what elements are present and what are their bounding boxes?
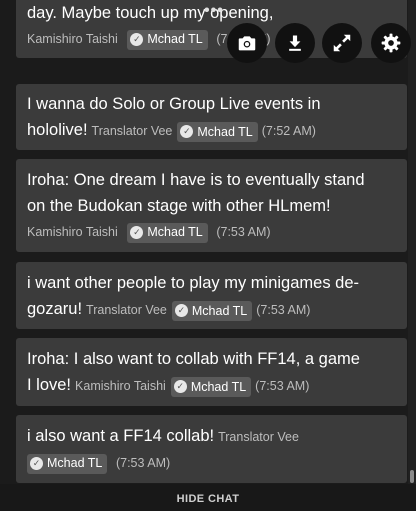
message-text-cont: on the Budokan stage with other HLmem! <box>27 197 331 215</box>
message-text: Iroha: One dream I have is to eventually… <box>27 171 365 189</box>
chat-message: Iroha: One dream I have is to eventually… <box>16 159 407 252</box>
author-name: Translator Vee <box>91 124 173 138</box>
check-icon: ✓ <box>130 226 144 239</box>
author-name: Kamishiro Taishi <box>27 32 118 46</box>
message-text-cont: I love! Kamishiro Taishi ✓ Mchad TL (7:53 AM… <box>27 372 396 399</box>
translator-badge: ✓ Mchad TL <box>127 29 208 50</box>
screenshot-button[interactable] <box>227 23 267 63</box>
timestamp: (7:53 AM) <box>256 303 311 317</box>
gear-icon <box>381 33 401 53</box>
check-icon: ✓ <box>30 457 43 470</box>
scrollbar-thumb[interactable] <box>410 470 414 483</box>
chat-list: day. Maybe touch up my opening, Kamishir… <box>16 0 408 484</box>
translator-badge: ✓ Mchad TL <box>177 121 258 142</box>
check-icon: ✓ <box>130 33 144 46</box>
message-text: I wanna do Solo or Group Live events in <box>27 95 321 113</box>
timestamp: (7:53 AM) <box>255 379 310 393</box>
chat-scrollbar[interactable] <box>408 0 416 484</box>
chat-message: i want other people to play my minigames… <box>16 262 407 329</box>
message-text: Iroha: I also want to collab with FF14, … <box>27 350 360 368</box>
hide-chat-button[interactable]: HIDE CHAT <box>0 484 416 511</box>
check-icon: ✓ <box>173 380 187 393</box>
author-name: Kamishiro Taishi <box>27 225 118 239</box>
chat-message: I wanna do Solo or Group Live events in … <box>16 84 407 150</box>
timestamp: (7:53 AM) <box>216 225 271 239</box>
translator-badge: ✓ Mchad TL <box>27 453 108 474</box>
message-text-cont: gozaru! Translator Vee ✓ Mchad TL (7:53 AM) <box>27 296 396 323</box>
app-window: day. Maybe touch up my opening, Kamishir… <box>0 0 416 511</box>
camera-icon <box>238 36 256 51</box>
message-meta: Kamishiro Taishi ✓ Mchad TL (7:53 AM) <box>27 219 396 244</box>
download-icon <box>289 35 301 51</box>
chat-message: Iroha: I also want to collab with FF14, … <box>16 338 407 406</box>
expand-button[interactable] <box>322 23 362 63</box>
translator-badge: ✓ Mchad TL <box>171 300 253 321</box>
message-text: i also want a FF14 collab! Translator Vee <box>27 427 299 445</box>
message-text-cont: hololive! Translator Vee ✓ Mchad TL (7:52 AM… <box>27 117 396 144</box>
settings-button[interactable] <box>371 23 411 63</box>
timestamp: (7:52 AM) <box>261 124 316 138</box>
chat-message: i also want a FF14 collab! Translator Vee… <box>16 415 407 483</box>
check-icon: ✓ <box>174 304 188 317</box>
message-text: i want other people to play my minigames… <box>27 274 359 292</box>
translator-badge: ✓ Mchad TL <box>170 376 252 397</box>
timestamp: (7:53 AM) <box>115 456 171 470</box>
author-name: Translator Vee <box>218 430 299 444</box>
message-meta: ✓ Mchad TL (7:53 AM) <box>27 450 396 475</box>
drag-handle-icon[interactable]: ••• <box>204 3 224 19</box>
author-name: Kamishiro Taishi <box>75 379 166 393</box>
download-button[interactable] <box>275 23 315 63</box>
translator-badge: ✓ Mchad TL <box>127 222 208 243</box>
author-name: Translator Vee <box>86 303 167 317</box>
expand-icon <box>333 34 351 52</box>
check-icon: ✓ <box>180 125 194 138</box>
